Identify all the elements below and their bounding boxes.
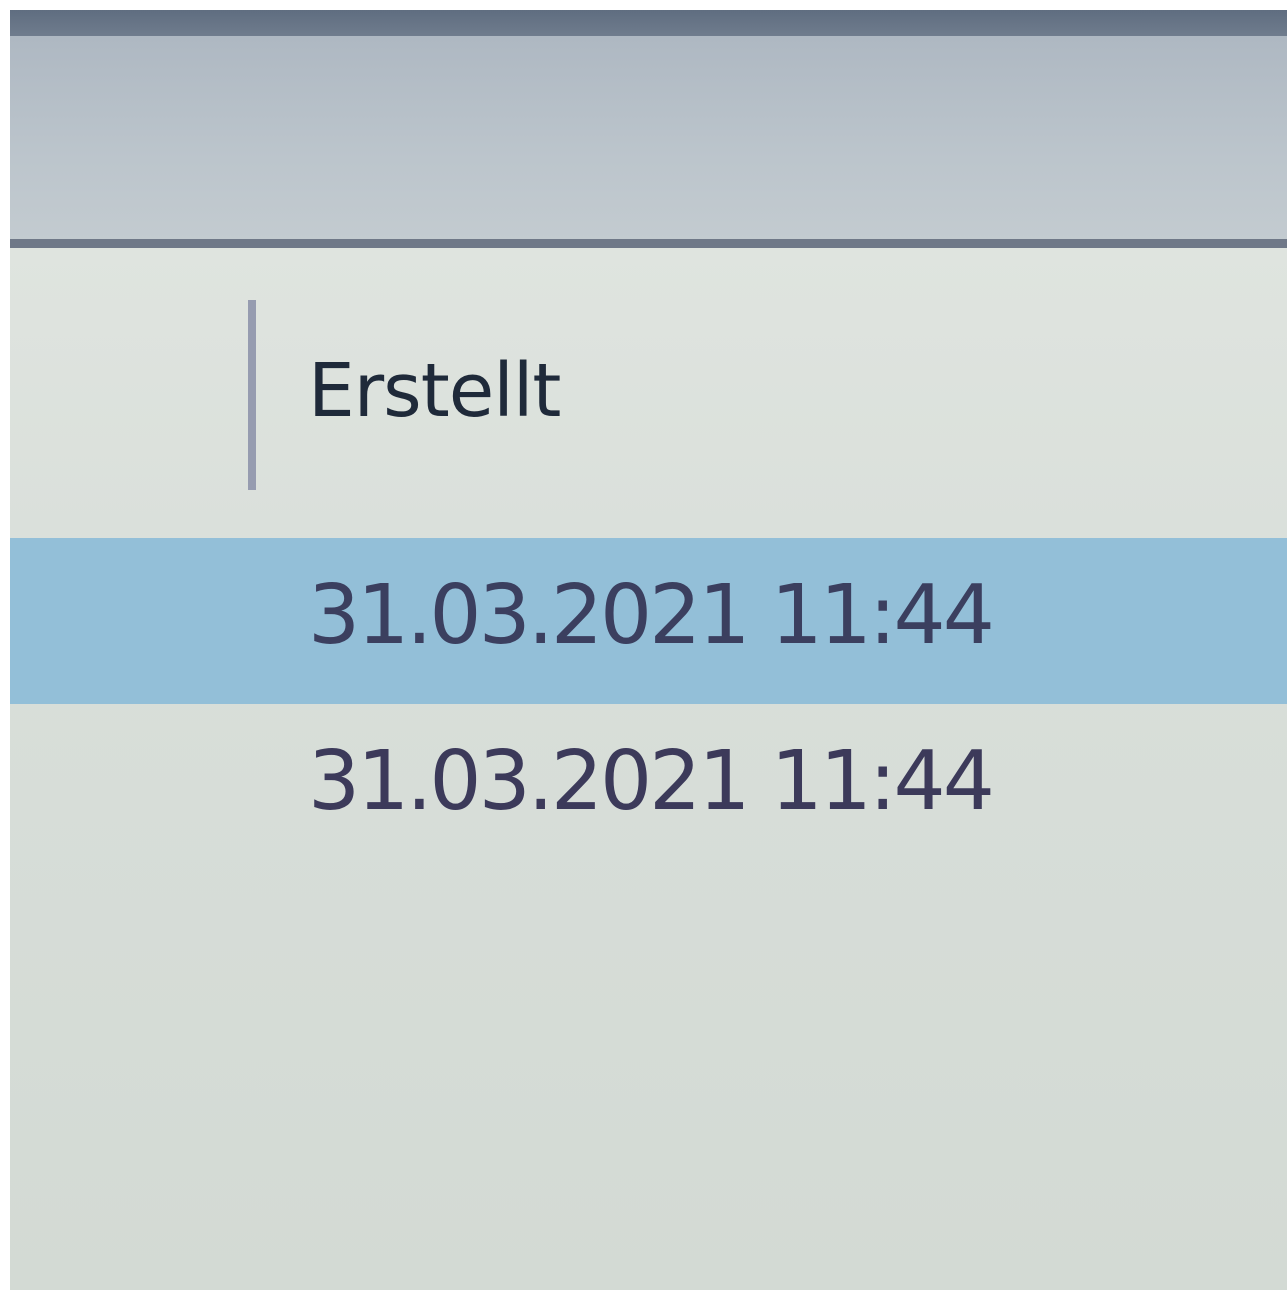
toolbar-area <box>10 36 1287 241</box>
created-date-cell: 31.03.2021 11:44 <box>308 568 995 663</box>
file-list: Erstellt 31.03.2021 11:44 31.03.2021 11:… <box>10 248 1287 1290</box>
column-header-created[interactable]: Erstellt <box>308 348 561 434</box>
file-row[interactable]: 31.03.2021 11:44 <box>10 704 1287 870</box>
file-row-selected[interactable]: 31.03.2021 11:44 <box>10 538 1287 704</box>
window-edge <box>10 10 1287 36</box>
toolbar-divider <box>10 239 1287 248</box>
created-date-cell: 31.03.2021 11:44 <box>308 734 995 829</box>
explorer-window: Erstellt 31.03.2021 11:44 31.03.2021 11:… <box>10 10 1287 1290</box>
column-separator[interactable] <box>248 300 256 490</box>
